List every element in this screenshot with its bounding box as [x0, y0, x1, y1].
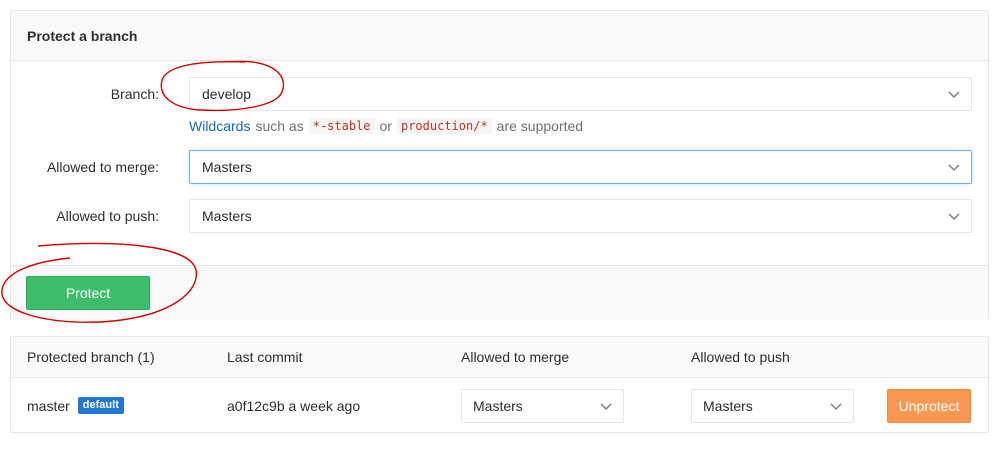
table-header: Protected branch (1) Last commit Allowed… — [11, 337, 988, 378]
default-badge: default — [77, 397, 124, 414]
push-select-value: Masters — [202, 208, 252, 224]
header-protected-branch: Protected branch (1) — [27, 349, 155, 365]
merge-select[interactable]: Masters — [189, 150, 972, 184]
wildcards-link[interactable]: Wildcards — [189, 118, 250, 134]
code-production: production/* — [396, 118, 492, 134]
help-text: or — [379, 118, 392, 134]
code-stable: *-stable — [308, 118, 375, 134]
branch-select[interactable]: develop — [189, 77, 972, 111]
commit-info: a0f12c9b a week ago — [227, 397, 361, 414]
header-allowed-merge: Allowed to merge — [461, 349, 570, 365]
header-last-commit: Last commit — [227, 349, 303, 365]
chevron-down-icon — [829, 399, 843, 413]
push-select[interactable]: Masters — [189, 199, 972, 233]
help-text: are supported — [496, 118, 584, 134]
branch-label: Branch: — [110, 86, 159, 102]
row-merge-select[interactable]: Masters — [461, 389, 624, 423]
panel-title: Protect a branch — [11, 11, 988, 61]
chevron-down-icon — [599, 399, 613, 413]
protect-branch-panel: Protect a branch Branch: develop Wildcar… — [10, 10, 989, 320]
table-row: master default a0f12c9b a week ago Maste… — [11, 378, 988, 433]
protect-button[interactable]: Protect — [26, 276, 150, 310]
header-allowed-push: Allowed to push — [691, 349, 790, 365]
last-commit-cell: a0f12c9b a week ago — [227, 378, 360, 433]
row-push-select[interactable]: Masters — [691, 389, 854, 423]
push-label: Allowed to push: — [56, 208, 159, 224]
chevron-down-icon — [947, 87, 961, 101]
row-merge-value: Masters — [473, 398, 523, 414]
merge-label: Allowed to merge: — [46, 159, 159, 175]
branch-name: master — [27, 397, 70, 414]
chevron-down-icon — [947, 209, 961, 223]
branch-row: Branch: develop — [11, 77, 988, 111]
push-row: Allowed to push: Masters — [11, 199, 988, 233]
chevron-down-icon — [947, 160, 961, 174]
branch-cell: master default — [27, 378, 124, 433]
merge-select-value: Masters — [202, 159, 252, 175]
merge-row: Allowed to merge: Masters — [11, 150, 988, 184]
protected-branches-table: Protected branch (1) Last commit Allowed… — [10, 336, 989, 433]
help-text: such as — [255, 118, 304, 134]
panel-footer: Protect — [11, 265, 988, 320]
branch-select-value: develop — [202, 86, 252, 102]
row-push-value: Masters — [703, 398, 753, 414]
unprotect-button[interactable]: Unprotect — [887, 389, 971, 423]
wildcard-help: Wildcards such as *-stable or production… — [189, 118, 583, 134]
